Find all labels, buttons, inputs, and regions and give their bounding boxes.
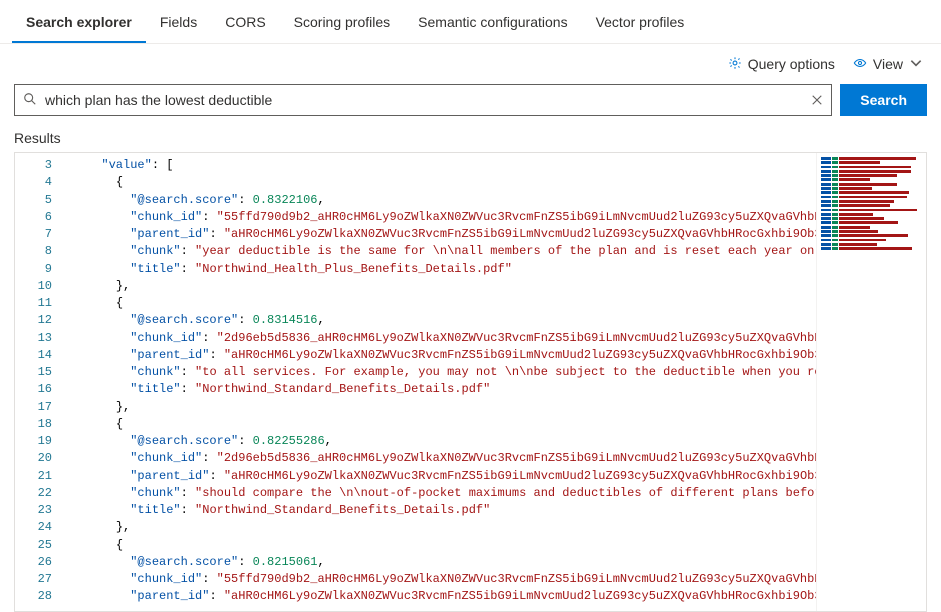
tab-bar: Search explorer Fields CORS Scoring prof…: [0, 0, 941, 44]
view-button[interactable]: View: [853, 56, 923, 73]
tab-vector-profiles[interactable]: Vector profiles: [582, 2, 699, 43]
query-options-label: Query options: [748, 56, 835, 72]
clear-search-button[interactable]: [811, 94, 823, 106]
results-label: Results: [0, 126, 941, 152]
results-editor[interactable]: 3456789101112131415161718192021222324252…: [14, 152, 927, 612]
tab-search-explorer[interactable]: Search explorer: [12, 2, 146, 43]
line-gutter: 3456789101112131415161718192021222324252…: [15, 153, 67, 611]
results-code[interactable]: "value": [ { "@search.score": 0.8322106,…: [67, 153, 816, 611]
search-row: Search: [0, 84, 941, 126]
query-options-button[interactable]: Query options: [728, 56, 835, 73]
tab-fields[interactable]: Fields: [146, 2, 211, 43]
eye-icon: [853, 56, 867, 73]
search-input[interactable]: [45, 92, 803, 108]
search-icon: [23, 92, 37, 109]
gear-icon: [728, 56, 742, 73]
chevron-down-icon: [909, 56, 923, 73]
view-label: View: [873, 56, 903, 72]
tab-cors[interactable]: CORS: [211, 2, 279, 43]
search-box[interactable]: [14, 84, 832, 116]
minimap[interactable]: [816, 153, 926, 611]
toolbar: Query options View: [0, 44, 941, 84]
tab-semantic-configurations[interactable]: Semantic configurations: [404, 2, 581, 43]
search-button[interactable]: Search: [840, 84, 927, 116]
tab-scoring-profiles[interactable]: Scoring profiles: [280, 2, 405, 43]
